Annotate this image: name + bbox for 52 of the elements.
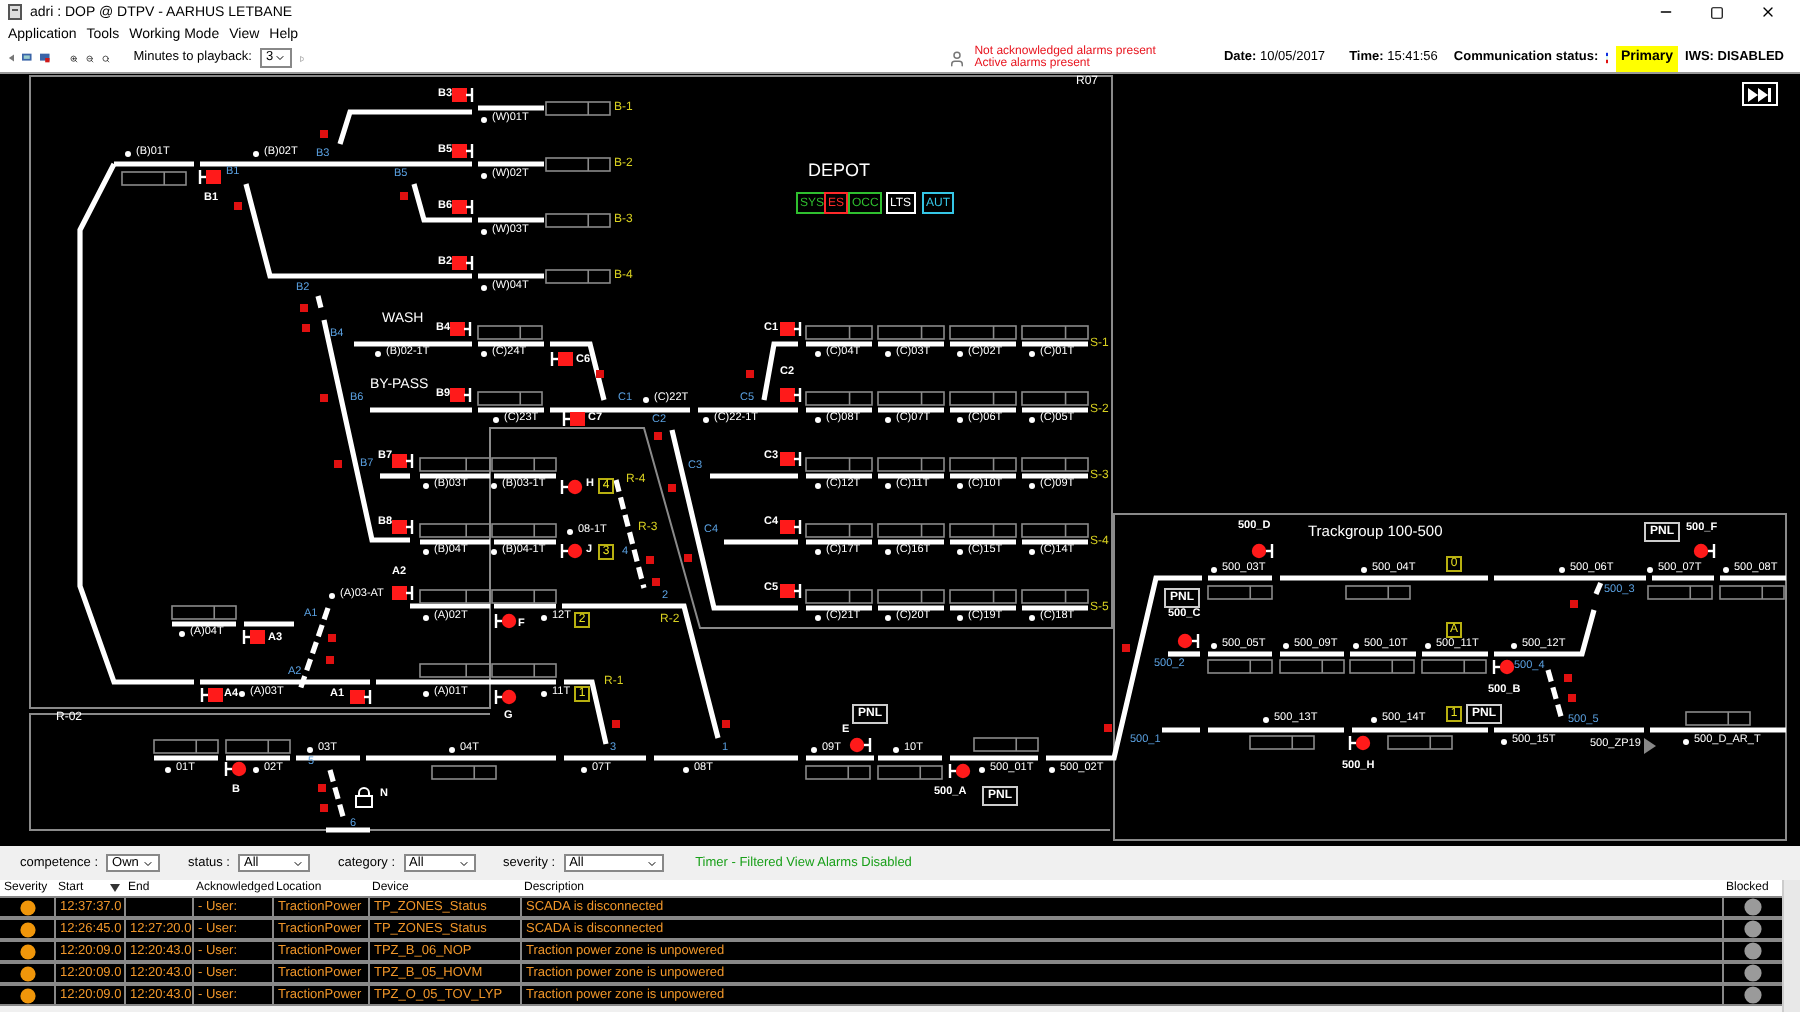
skip-to-end-button[interactable]	[1742, 82, 1778, 106]
zoom-out-icon[interactable]	[85, 49, 94, 67]
zoom-fit-icon[interactable]	[101, 49, 110, 67]
signal-icon[interactable]	[448, 320, 472, 338]
signal-icon[interactable]	[390, 518, 414, 536]
dropdown-caret-icon	[273, 52, 286, 64]
signal-icon[interactable]	[948, 762, 972, 780]
maximize-icon[interactable]	[1710, 5, 1724, 19]
monitor-alert-icon[interactable]	[40, 48, 50, 68]
depot-title: DEPOT	[808, 162, 871, 180]
signal-icon[interactable]	[848, 736, 872, 754]
signal-icon[interactable]	[450, 86, 474, 104]
dropdown-caret-icon	[292, 857, 304, 869]
signal-icon[interactable]	[448, 386, 472, 404]
signal-icon[interactable]	[1250, 542, 1274, 560]
signal-icon[interactable]	[562, 410, 586, 428]
signal-icon[interactable]	[450, 198, 474, 216]
signal-icon[interactable]	[1492, 658, 1516, 676]
signal-icon[interactable]	[200, 686, 224, 704]
signal-icon[interactable]	[1692, 542, 1716, 560]
signal-icon[interactable]	[390, 452, 414, 470]
signal-icon[interactable]	[224, 760, 248, 778]
close-icon[interactable]	[1760, 4, 1776, 20]
signal-icon[interactable]	[778, 518, 802, 536]
signal-icon[interactable]	[1348, 734, 1372, 752]
signal-icon[interactable]	[242, 628, 266, 646]
signal-icon[interactable]	[450, 254, 474, 272]
signal-icon[interactable]	[550, 350, 574, 368]
signal-icon[interactable]	[348, 688, 372, 706]
back-arrow-icon[interactable]	[8, 50, 15, 66]
signal-icon[interactable]	[778, 582, 802, 600]
dropdown-caret-icon	[142, 857, 155, 869]
lock-icon	[354, 786, 374, 808]
signal-icon[interactable]	[198, 168, 222, 186]
signal-icon[interactable]	[494, 688, 518, 706]
signal-icon[interactable]	[778, 450, 802, 468]
dropdown-caret-icon	[645, 857, 658, 869]
signal-icon[interactable]	[1176, 632, 1200, 650]
user-icon	[948, 49, 967, 67]
signal-icon[interactable]	[494, 612, 518, 630]
signal-icon[interactable]	[778, 320, 802, 338]
scrollbar[interactable]	[1782, 880, 1800, 1012]
app-icon	[8, 4, 22, 20]
zoom-in-icon[interactable]	[70, 49, 78, 67]
signal-icon[interactable]	[560, 542, 584, 560]
signal-icon[interactable]	[778, 386, 802, 404]
signal-icon[interactable]	[450, 142, 474, 160]
skip-to-end-icon	[1748, 87, 1772, 101]
sort-caret-icon	[110, 884, 120, 892]
signal-icon[interactable]	[390, 584, 414, 602]
dropdown-caret-icon	[457, 857, 470, 869]
signal-icon[interactable]	[560, 478, 584, 496]
